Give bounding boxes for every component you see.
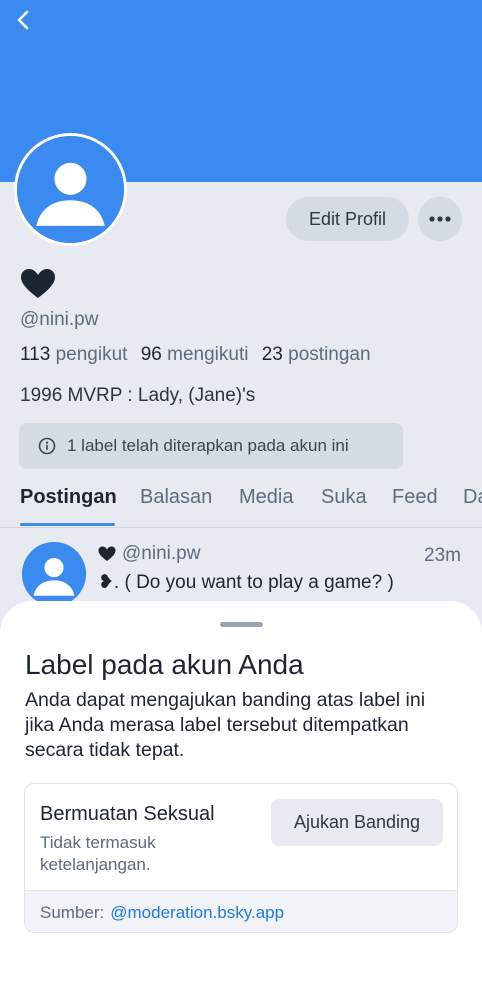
label-name: Bermuatan Seksual	[40, 803, 215, 825]
edit-profile-button[interactable]: Edit Profil	[286, 197, 409, 241]
profile-tabs: Postingan Balasan Media Suka Feed Da	[0, 480, 482, 528]
label-notice-text: 1 label telah diterapkan pada akun ini	[67, 436, 349, 455]
profile-handle: @nini.pw	[20, 309, 99, 330]
followers-count[interactable]: 113	[20, 344, 50, 365]
sheet-title: Label pada akun Anda	[25, 649, 304, 680]
post-avatar[interactable]	[22, 542, 86, 606]
ellipsis-icon	[429, 216, 451, 222]
profile-avatar[interactable]	[14, 133, 127, 246]
tab-balasan[interactable]: Balasan	[140, 486, 212, 509]
post-handle[interactable]: @nini.pw	[122, 543, 200, 565]
tab-postingan[interactable]: Postingan	[20, 486, 117, 509]
labels-bottom-sheet: Label pada akun Anda Anda dapat mengajuk…	[0, 601, 482, 1000]
active-tab-indicator	[20, 523, 115, 526]
appeal-button[interactable]: Ajukan Banding	[271, 799, 443, 846]
display-name-heart-icon	[21, 269, 55, 298]
profile-stats: 113 pengikut 96 mengikuti 23 postingan	[20, 344, 371, 366]
sheet-drag-handle[interactable]	[220, 622, 263, 627]
default-avatar-icon	[17, 136, 124, 243]
posts-label: postingan	[288, 344, 371, 365]
label-source: Sumber: @moderation.bsky.app	[25, 890, 457, 932]
sheet-description: Anda dapat mengajukan banding atas label…	[25, 689, 426, 761]
tab-media[interactable]: Media	[239, 486, 293, 509]
back-chevron-icon[interactable]	[12, 8, 36, 32]
default-avatar-icon	[22, 542, 86, 606]
label-description: Tidak termasuk ketelanjangan.	[40, 833, 156, 874]
posts-count: 23	[261, 344, 283, 365]
source-label: Sumber:	[40, 902, 105, 922]
info-circle-icon	[38, 437, 56, 455]
followers-label[interactable]: pengikut	[56, 344, 128, 365]
following-label[interactable]: mengikuti	[167, 344, 248, 365]
tab-suka[interactable]: Suka	[321, 486, 367, 509]
tab-feed[interactable]: Feed	[392, 486, 438, 509]
black-heart-icon	[98, 546, 116, 561]
post-text: ❥. ( Do you want to play a game? )	[98, 572, 394, 593]
tab-overflow[interactable]: Da	[463, 486, 482, 509]
profile-bio: 1996 MVRP : Lady, (Jane)'s	[20, 385, 256, 406]
post-author[interactable]: @nini.pw	[98, 543, 200, 565]
label-notice-button[interactable]: 1 label telah diterapkan pada akun ini	[19, 423, 403, 469]
following-count[interactable]: 96	[141, 344, 162, 365]
more-options-button[interactable]	[418, 197, 462, 241]
label-card: Bermuatan Seksual Tidak termasuk ketelan…	[24, 783, 458, 933]
post-timestamp: 23m	[424, 545, 461, 566]
source-link[interactable]: @moderation.bsky.app	[110, 903, 284, 923]
